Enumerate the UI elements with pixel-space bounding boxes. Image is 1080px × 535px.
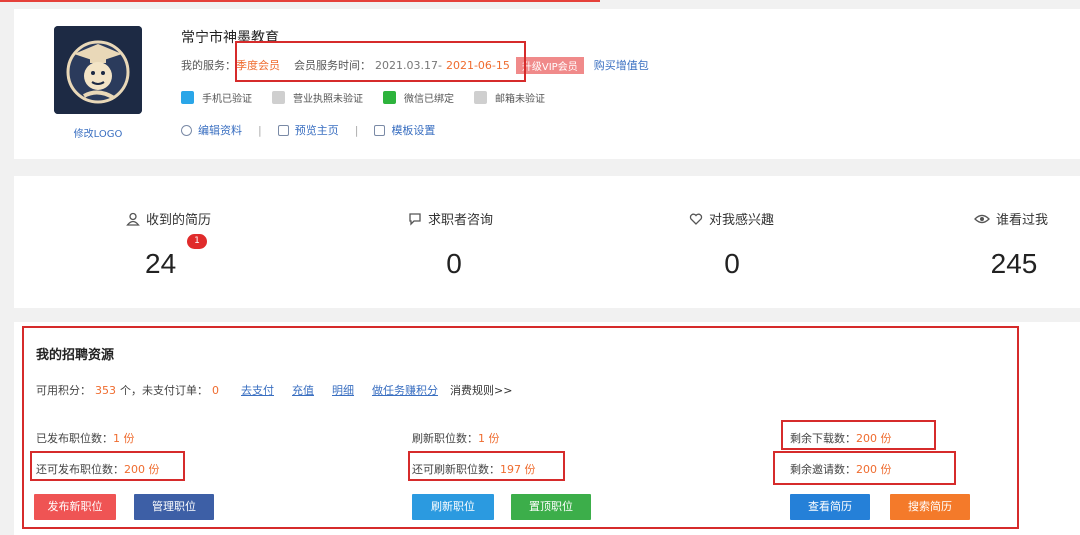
- buy-package-link[interactable]: 购买增值包: [594, 57, 649, 73]
- upgrade-vip-button[interactable]: 升级VIP会员: [515, 56, 584, 74]
- eye-icon: [974, 214, 990, 223]
- search-resumes-button[interactable]: 搜索简历: [890, 494, 970, 520]
- stat-viewers[interactable]: 谁看过我: [974, 209, 1074, 228]
- published-jobs: 已发布职位数：1 份: [36, 430, 135, 446]
- verify-license-label: 营业执照未验证: [293, 94, 363, 105]
- stats-card: 收到的简历 24 1 求职者咨询 0 对我感兴趣 0 谁看过我 245: [14, 176, 1080, 308]
- can-publish-value: 200 份: [124, 463, 160, 476]
- remaining-invites: 剩余邀请数：200 份: [790, 461, 892, 477]
- preview-home-link[interactable]: 预览主页: [277, 122, 339, 138]
- stat-viewers-label: 谁看过我: [996, 213, 1049, 228]
- stat-resumes-label-row: 收到的简历: [126, 209, 286, 228]
- service-end-date: 2021-06-15: [445, 58, 510, 72]
- new-resume-badge: 1: [187, 234, 207, 249]
- points-row: 可用积分： 353 个，未支付订单： 0 去支付 充值 明细 做任务赚积分 消费…: [36, 382, 512, 398]
- edit-profile-label: 编辑资料: [198, 124, 242, 137]
- user-icon: [181, 124, 192, 136]
- unpaid-orders-value: 0: [212, 383, 219, 397]
- template-settings-label: 模板设置: [391, 124, 436, 137]
- service-time-label: 会员服务时间：: [294, 59, 371, 72]
- publish-job-button[interactable]: 发布新职位: [34, 494, 116, 520]
- can-refresh-jobs: 还可刷新职位数：197 份: [412, 461, 536, 477]
- divider: |: [354, 123, 359, 137]
- verify-mail-label: 邮箱未验证: [495, 94, 545, 105]
- verify-wechat-label: 微信已绑定: [404, 94, 454, 105]
- manage-jobs-button[interactable]: 管理职位: [134, 494, 214, 520]
- template-icon: [374, 124, 386, 136]
- license-icon: [272, 91, 285, 104]
- refreshed-label: 刷新职位数：: [412, 432, 478, 445]
- go-pay-link[interactable]: 去支付: [241, 382, 274, 398]
- stat-consult-label: 求职者咨询: [428, 213, 494, 228]
- service-label: 我的服务：: [181, 59, 236, 72]
- verify-wechat: 微信已绑定: [383, 90, 454, 105]
- invites-value: 200 份: [856, 463, 892, 476]
- top-accent-bar: [0, 0, 600, 2]
- stat-interested-label-row: 对我感兴趣: [689, 209, 849, 228]
- chat-icon: [409, 212, 421, 226]
- stat-consult-label-row: 求职者咨询: [408, 209, 568, 228]
- view-resumes-button[interactable]: 查看简历: [790, 494, 870, 520]
- wechat-icon: [383, 91, 396, 104]
- details-link[interactable]: 明细: [332, 382, 354, 398]
- refresh-jobs-button[interactable]: 刷新职位: [412, 494, 494, 520]
- refreshed-jobs: 刷新职位数：1 份: [412, 430, 500, 446]
- verify-mail: 邮箱未验证: [474, 90, 545, 105]
- stat-interested-label: 对我感兴趣: [709, 213, 775, 228]
- downloads-label: 剩余下载数：: [790, 432, 856, 445]
- downloads-value: 200 份: [856, 432, 892, 445]
- resources-title: 我的招聘资源: [36, 348, 115, 363]
- stat-consult-value: 0: [446, 248, 462, 279]
- template-settings-link[interactable]: 模板设置: [374, 122, 435, 138]
- stat-viewers-label-row: 谁看过我: [974, 209, 1074, 228]
- can-refresh-value: 197 份: [500, 463, 536, 476]
- top-jobs-button[interactable]: 置顶职位: [511, 494, 591, 520]
- recharge-link[interactable]: 充值: [292, 382, 314, 398]
- points-unit: 个，未支付订单：: [120, 384, 208, 397]
- verify-phone: 手机已验证: [181, 90, 252, 105]
- company-name: 常宁市神墨教育: [181, 30, 279, 46]
- points-value: 353: [95, 383, 116, 397]
- profile-card: 修改LOGO 常宁市神墨教育 我的服务： 季度会员 会员服务时间： 2021.0…: [14, 9, 1080, 159]
- can-refresh-label: 还可刷新职位数：: [412, 463, 500, 476]
- stat-resumes-label: 收到的简历: [146, 213, 212, 228]
- heart-icon: [689, 213, 703, 225]
- stat-interested[interactable]: 对我感兴趣: [689, 209, 849, 228]
- preview-home-label: 预览主页: [294, 124, 339, 137]
- preview-icon: [277, 124, 289, 136]
- stat-interested-value: 0: [724, 248, 740, 279]
- user-icon: [126, 212, 140, 226]
- verify-phone-label: 手机已验证: [202, 94, 252, 105]
- stat-viewers-value: 245: [990, 248, 1038, 279]
- phone-icon: [181, 91, 194, 104]
- can-publish-label: 还可发布职位数：: [36, 463, 124, 476]
- stat-consultations[interactable]: 求职者咨询: [408, 209, 568, 228]
- published-label: 已发布职位数：: [36, 432, 113, 445]
- recruitment-resources-card: 我的招聘资源 可用积分： 353 个，未支付订单： 0 去支付 充值 明细 做任…: [14, 322, 1080, 535]
- edit-logo-link[interactable]: 修改LOGO: [54, 125, 142, 140]
- edit-profile-link[interactable]: 编辑资料: [181, 122, 242, 138]
- service-start-date: 2021.03.17-: [375, 58, 442, 72]
- remaining-downloads: 剩余下载数：200 份: [790, 430, 892, 446]
- divider: |: [258, 123, 262, 137]
- mail-icon: [474, 91, 487, 104]
- stat-resumes-value: 24: [145, 248, 177, 279]
- refreshed-value: 1 份: [478, 432, 500, 445]
- points-label: 可用积分：: [36, 384, 91, 397]
- published-value: 1 份: [113, 432, 135, 445]
- verify-license: 营业执照未验证: [272, 90, 363, 105]
- service-type: 季度会员: [236, 59, 280, 72]
- profile-links: 编辑资料 | 预览主页 | 模板设置: [181, 122, 435, 138]
- verification-row: 手机已验证 营业执照未验证 微信已绑定 邮箱未验证: [181, 90, 565, 105]
- stat-resumes-received[interactable]: 收到的简历: [126, 209, 286, 228]
- company-logo[interactable]: [54, 26, 142, 114]
- invites-label: 剩余邀请数：: [790, 463, 856, 476]
- service-row: 我的服务： 季度会员 会员服务时间： 2021.03.17- 2021-06-1…: [181, 56, 649, 74]
- earn-points-link[interactable]: 做任务赚积分: [372, 382, 438, 398]
- can-publish-jobs: 还可发布职位数：200 份: [36, 461, 160, 477]
- consume-rules-link[interactable]: 消费规则>>: [450, 382, 512, 398]
